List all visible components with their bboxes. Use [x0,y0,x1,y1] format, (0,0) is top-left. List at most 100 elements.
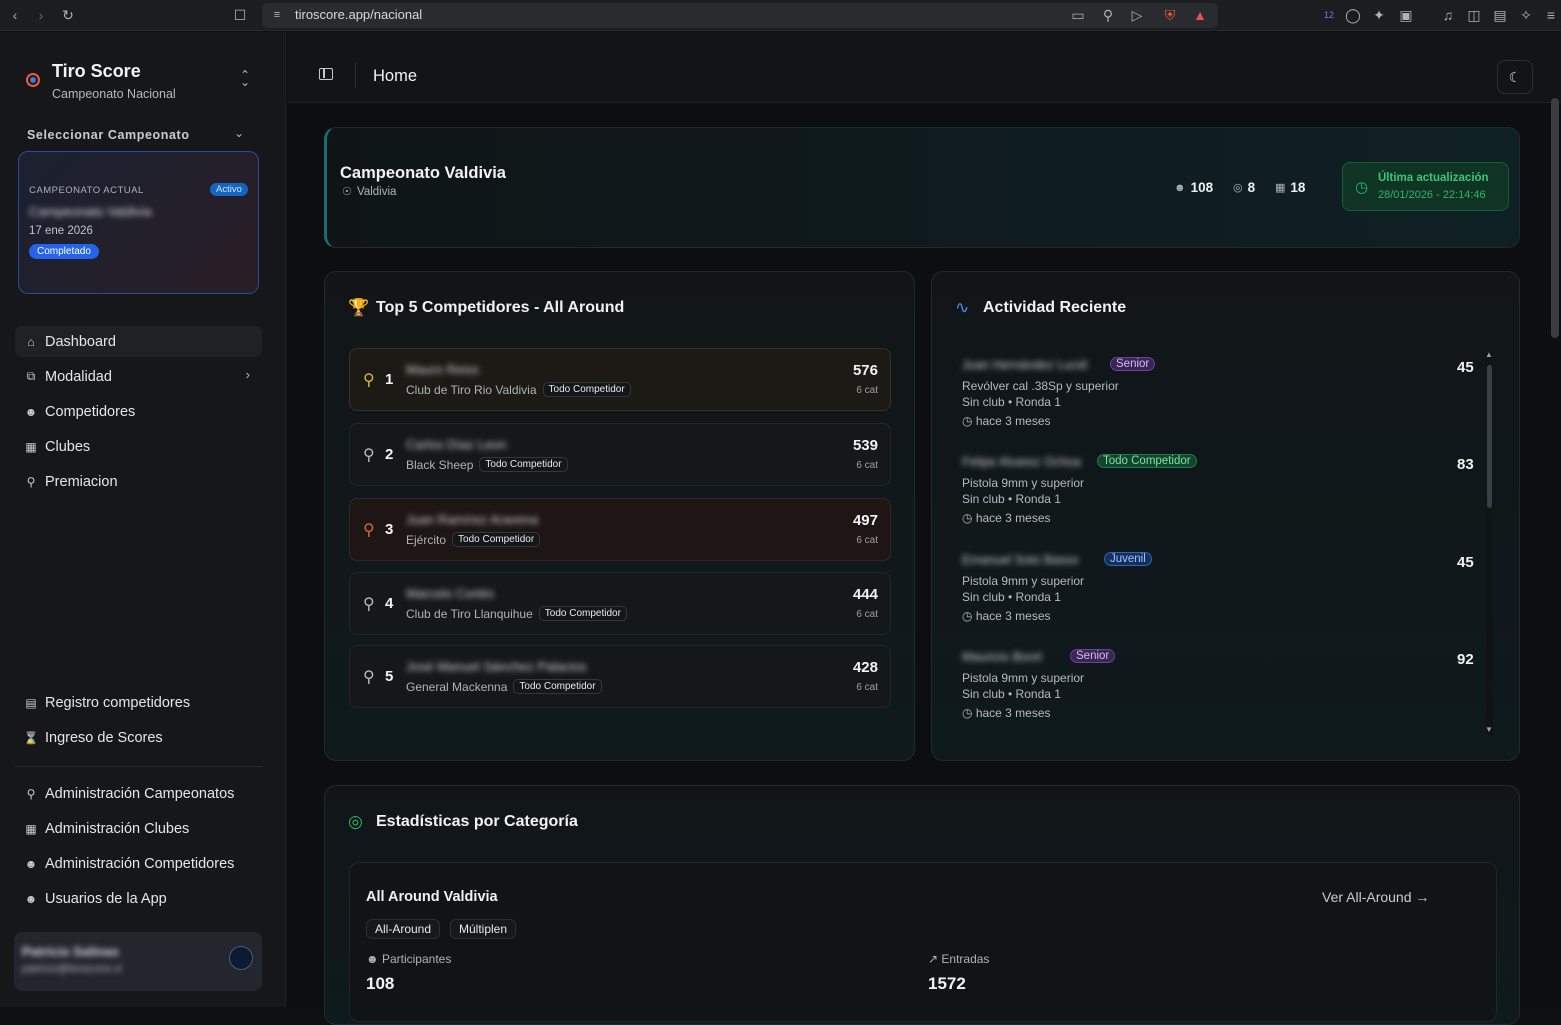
competitor-name: Marcelo Cortés [406,586,495,601]
sidebar-item-dashboard[interactable]: ⌂ Dashboard [15,326,262,357]
bookmark-icon[interactable]: ☐ [231,6,249,24]
chevron-up-down-icon[interactable]: ⌃ ⌄ [240,69,250,88]
sidebar-item-admin-clubes[interactable]: ▦ Administración Clubes [15,813,262,844]
music-icon[interactable]: ♫ [1439,6,1457,24]
clipboard-icon: ▤ [25,695,37,710]
sidebar-item-label: Ingreso de Scores [45,729,163,746]
extension-icon[interactable]: ◯ [1344,6,1362,24]
award-icon: ⚲ [363,669,375,686]
score: 576 [852,362,878,379]
rank-number: 2 [385,446,394,463]
ranking-row[interactable]: ⚲ 2 Carlos Díaz Leon Black Sheep Todo Com… [349,423,891,486]
tab-icon[interactable]: ▣ [1397,6,1415,24]
browser-toolbar: ‹ › ↻ ☐ ≡ tiroscore.app/nacional ▭ ⚲ ▷ ⛨… [0,0,1561,31]
championship-location: Valdivia [357,186,397,198]
score: 539 [852,437,878,454]
brave-shield-icon[interactable]: ⛨ [1161,6,1179,24]
activity-time: ◷ hace 3 meses [962,609,1051,623]
activity-time: ◷ hace 3 meses [962,414,1051,428]
user-email: patricio@tiroscore.cl [22,963,122,975]
scroll-up-icon[interactable]: ▲ [1485,350,1493,359]
activity-time: ◷ hace 3 meses [962,511,1051,525]
activity-item[interactable]: Mauricio Borel Senior Pistola 9mm y supe… [962,642,1482,732]
target-icon: ◎ [348,812,363,831]
sidebar-item-label: Competidores [45,403,136,420]
map-pin-icon: ☉ [342,186,352,198]
user-card[interactable]: Patricio Salinas patricio@tiroscore.cl [14,932,262,991]
sidebar-item-admin-competidores[interactable]: ☻ Administración Competidores [15,848,262,879]
ranking-row[interactable]: ⚲ 1 Mauro Reiss Club de Tiro Rio Valdivi… [349,348,891,411]
activity-time: ◷ hace 3 meses [962,706,1051,720]
completed-badge: Completado [29,244,99,259]
reload-icon[interactable]: ↻ [59,6,77,24]
sidebar-item-label: Clubes [45,438,91,455]
cast-icon[interactable]: ▭ [1069,6,1087,24]
activity-category: Pistola 9mm y superior [962,574,1085,588]
sidebar-item-premiacion[interactable]: ⚲ Premiacion [15,466,262,497]
rank-number: 1 [385,371,394,388]
zoom-icon[interactable]: ⚲ [1099,6,1117,24]
clock-icon: ◷ [962,706,976,720]
sidebar-toggle-icon[interactable] [319,68,333,80]
category-count: 6 cat [856,535,878,546]
sidebar-item-label: Modalidad [45,368,112,385]
activity-category: Pistola 9mm y superior [962,671,1085,685]
entries-label-text: Entradas [941,952,990,966]
sidebar-item-modalidad[interactable]: ⧉ Modalidad › [15,361,262,392]
activity-item[interactable]: Felipe Alvarez Ochoa Todo Competidor Pis… [962,447,1482,537]
view-all-around-link[interactable]: Ver All-Around → [1322,889,1429,905]
page-scrollbar[interactable] [1551,98,1559,338]
category-badge: Senior [1070,649,1116,663]
score: 444 [852,586,878,603]
activity-time-text: hace 3 meses [975,511,1051,525]
sidebar-item-ingreso-scores[interactable]: ⌛ Ingreso de Scores [15,722,262,753]
chevron-down-icon[interactable]: ⌄ [234,126,244,140]
puzzle-icon[interactable]: ✦ [1370,6,1388,24]
top5-panel: 🏆 Top 5 Competidores - All Around ⚲ 1 Ma… [324,271,915,761]
theme-toggle-button[interactable]: ☾ [1497,60,1533,94]
current-championship-card[interactable]: CAMPEONATO ACTUAL Activo Campeonato Vald… [18,151,259,294]
site-settings-icon[interactable]: ≡ [268,6,286,24]
championship-header: Campeonato Valdivia ☉ Valdivia ☻ 108 ◎ 8 ▦… [324,127,1520,248]
category-count: 6 cat [856,385,878,396]
activity-pulse-icon: ∿ [955,298,970,317]
stats-panel: ◎ Estadísticas por Categoría All Around … [324,785,1520,1025]
sidebar-item-label: Registro competidores [45,694,191,711]
topbar: Home ☾ [287,32,1561,103]
tag-multiplen: Múltiplen [450,919,517,939]
category-badge: Senior [1110,357,1156,371]
ai-icon[interactable]: ✧ [1517,6,1535,24]
extension-badge: 12 [1323,10,1334,20]
activity-item[interactable]: Juan Hernández Lucid Senior Revólver cal… [962,350,1482,440]
back-icon[interactable]: ‹ [6,6,24,24]
participants-count: 108 [1190,180,1214,195]
activity-score: 45 [1457,554,1474,571]
sidebar-item-clubes[interactable]: ▦ Clubes [15,431,262,462]
send-icon[interactable]: ▷ [1128,6,1146,24]
activity-competitor-name: Juan Hernández Lucid [962,358,1088,372]
ranking-row[interactable]: ⚲ 5 José Manuel Sánchez Palacios General… [349,645,891,708]
url-text[interactable]: tiroscore.app/nacional [295,7,422,22]
activity-scrollbar-thumb[interactable] [1487,365,1492,508]
competitor-club: Black Sheep Todo Competidor [406,457,568,472]
activity-item[interactable]: Emanuel Soto Basso Juvenil Pistola 9mm y… [962,545,1482,635]
rank-number: 4 [385,595,394,612]
sidebar-item-admin-campeonatos[interactable]: ⚲ Administración Campeonatos [15,778,262,809]
participants-label: ☻ Participantes [366,952,451,966]
extension-badge-icon[interactable]: 12 [1320,6,1338,24]
rewards-icon[interactable]: ▲ [1191,6,1209,24]
participants-stat: ☻ 108 [1174,180,1213,195]
wallet-icon[interactable]: ▤ [1491,6,1509,24]
select-championship-label[interactable]: Seleccionar Campeonato [27,128,190,142]
menu-icon[interactable]: ≡ [1542,6,1560,24]
sidebar-item-usuarios-app[interactable]: ☻ Usuarios de la App [15,883,262,914]
sidebar-icon[interactable]: ◫ [1465,6,1483,24]
forward-icon[interactable]: › [32,6,50,24]
users-icon: ☻ [366,952,382,966]
sidebar-item-registro-competidores[interactable]: ▤ Registro competidores [15,687,262,718]
sidebar-item-competidores[interactable]: ☻ Competidores [15,396,262,427]
activity-title: Actividad Reciente [983,299,1127,316]
scroll-down-icon[interactable]: ▼ [1485,725,1493,734]
ranking-row[interactable]: ⚲ 4 Marcelo Cortés Club de Tiro Llanquih… [349,572,891,635]
ranking-row[interactable]: ⚲ 3 Juan Ramírez Aravena Ejército Todo Co… [349,498,891,561]
